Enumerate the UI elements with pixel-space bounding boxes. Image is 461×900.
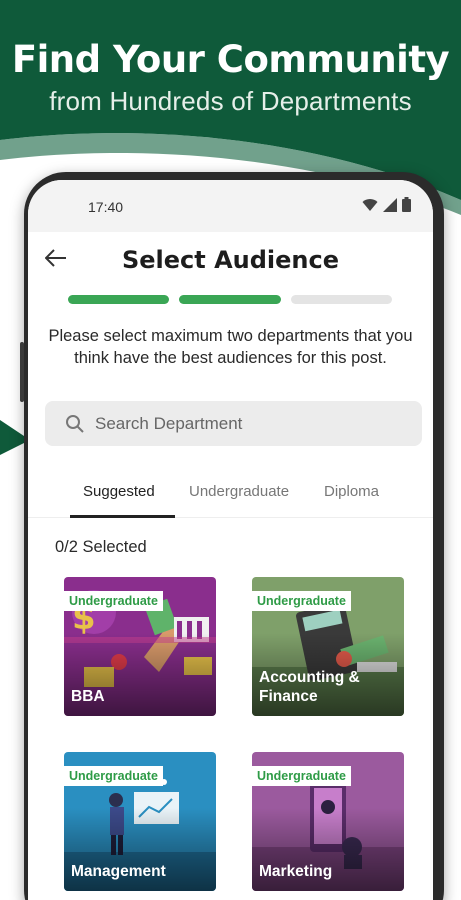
department-badge: Undergraduate xyxy=(252,766,351,786)
department-badge: Undergraduate xyxy=(64,591,163,611)
phone-side-button xyxy=(20,342,24,402)
instructions-text: Please select maximum two departments th… xyxy=(48,327,413,367)
department-card-accounting-finance[interactable]: Undergraduate Accounting & Finance xyxy=(252,577,404,716)
department-name: Marketing xyxy=(259,863,333,880)
promo-title: Find Your Community xyxy=(11,38,450,81)
progress-step-1 xyxy=(68,295,170,304)
status-bar: 17:40 xyxy=(28,180,433,232)
department-badge: Undergraduate xyxy=(64,766,163,786)
page-title: Select Audience xyxy=(121,246,340,274)
active-tab-indicator xyxy=(70,515,175,518)
department-card-management[interactable]: Undergraduate Management xyxy=(64,752,216,891)
battery-icon xyxy=(402,197,411,217)
department-name: BBA xyxy=(71,688,105,705)
signal-icon xyxy=(383,197,397,217)
wifi-icon xyxy=(362,198,378,217)
step-progress xyxy=(68,295,392,304)
department-name: Management xyxy=(71,863,166,880)
department-card-marketing[interactable]: Undergraduate Marketing xyxy=(252,752,404,891)
search-input[interactable] xyxy=(95,413,395,434)
promo-subtitle: from Hundreds of Departments xyxy=(49,86,412,116)
tab-undergraduate[interactable]: Undergraduate xyxy=(189,483,289,500)
search-icon xyxy=(65,414,85,434)
status-time: 17:40 xyxy=(88,199,124,215)
category-tabs: Suggested Undergraduate Diploma xyxy=(28,475,433,520)
app-bar: Select Audience xyxy=(28,232,433,292)
progress-step-2 xyxy=(179,295,281,304)
tab-diploma[interactable]: Diploma xyxy=(324,483,379,500)
progress-step-3 xyxy=(290,295,392,304)
search-bar[interactable] xyxy=(45,401,422,446)
department-badge: Undergraduate xyxy=(252,591,351,611)
tab-suggested[interactable]: Suggested xyxy=(83,483,155,500)
department-name: Accounting & Finance xyxy=(259,669,360,705)
app-screen: 17:40 Select Audience Please select maxi… xyxy=(28,180,433,900)
selection-count: 0/2 Selected xyxy=(55,538,147,556)
department-card-bba[interactable]: $ Undergraduate BBA xyxy=(64,577,216,716)
